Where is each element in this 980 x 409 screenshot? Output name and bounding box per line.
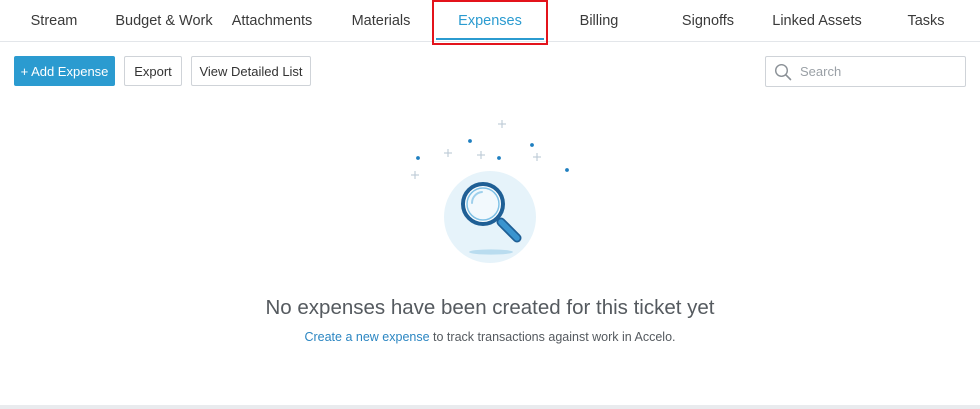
search-box: [765, 56, 966, 87]
tab-attachments[interactable]: Attachments: [226, 0, 318, 42]
tab-tasks[interactable]: Tasks: [896, 0, 956, 42]
tab-billing[interactable]: Billing: [562, 0, 636, 42]
expenses-page: Stream Budget & Work Attachments Materia…: [0, 0, 980, 409]
bottom-divider: [0, 405, 980, 409]
magnifying-glass-icon: [411, 120, 569, 263]
export-button[interactable]: Export: [124, 56, 182, 86]
add-expense-button[interactable]: + Add Expense: [14, 56, 115, 86]
search-input[interactable]: [800, 57, 960, 86]
ticket-tabs: Stream Budget & Work Attachments Materia…: [0, 0, 980, 42]
tab-materials[interactable]: Materials: [342, 0, 420, 42]
empty-state-message: Create a new expense to track transactio…: [0, 330, 980, 344]
create-expense-link[interactable]: Create a new expense: [304, 330, 429, 344]
tab-expenses[interactable]: Expenses: [436, 0, 544, 42]
tab-signoffs[interactable]: Signoffs: [670, 0, 746, 42]
tab-stream[interactable]: Stream: [18, 0, 90, 42]
empty-state-title: No expenses have been created for this t…: [265, 296, 715, 319]
search-icon: [774, 63, 792, 81]
tab-budget-work[interactable]: Budget & Work: [112, 0, 216, 42]
view-detailed-list-button[interactable]: View Detailed List: [191, 56, 311, 86]
empty-state-suffix: to track transactions against work in Ac…: [429, 330, 676, 344]
active-tab-indicator: [436, 38, 544, 40]
tab-linked-assets[interactable]: Linked Assets: [766, 0, 868, 42]
